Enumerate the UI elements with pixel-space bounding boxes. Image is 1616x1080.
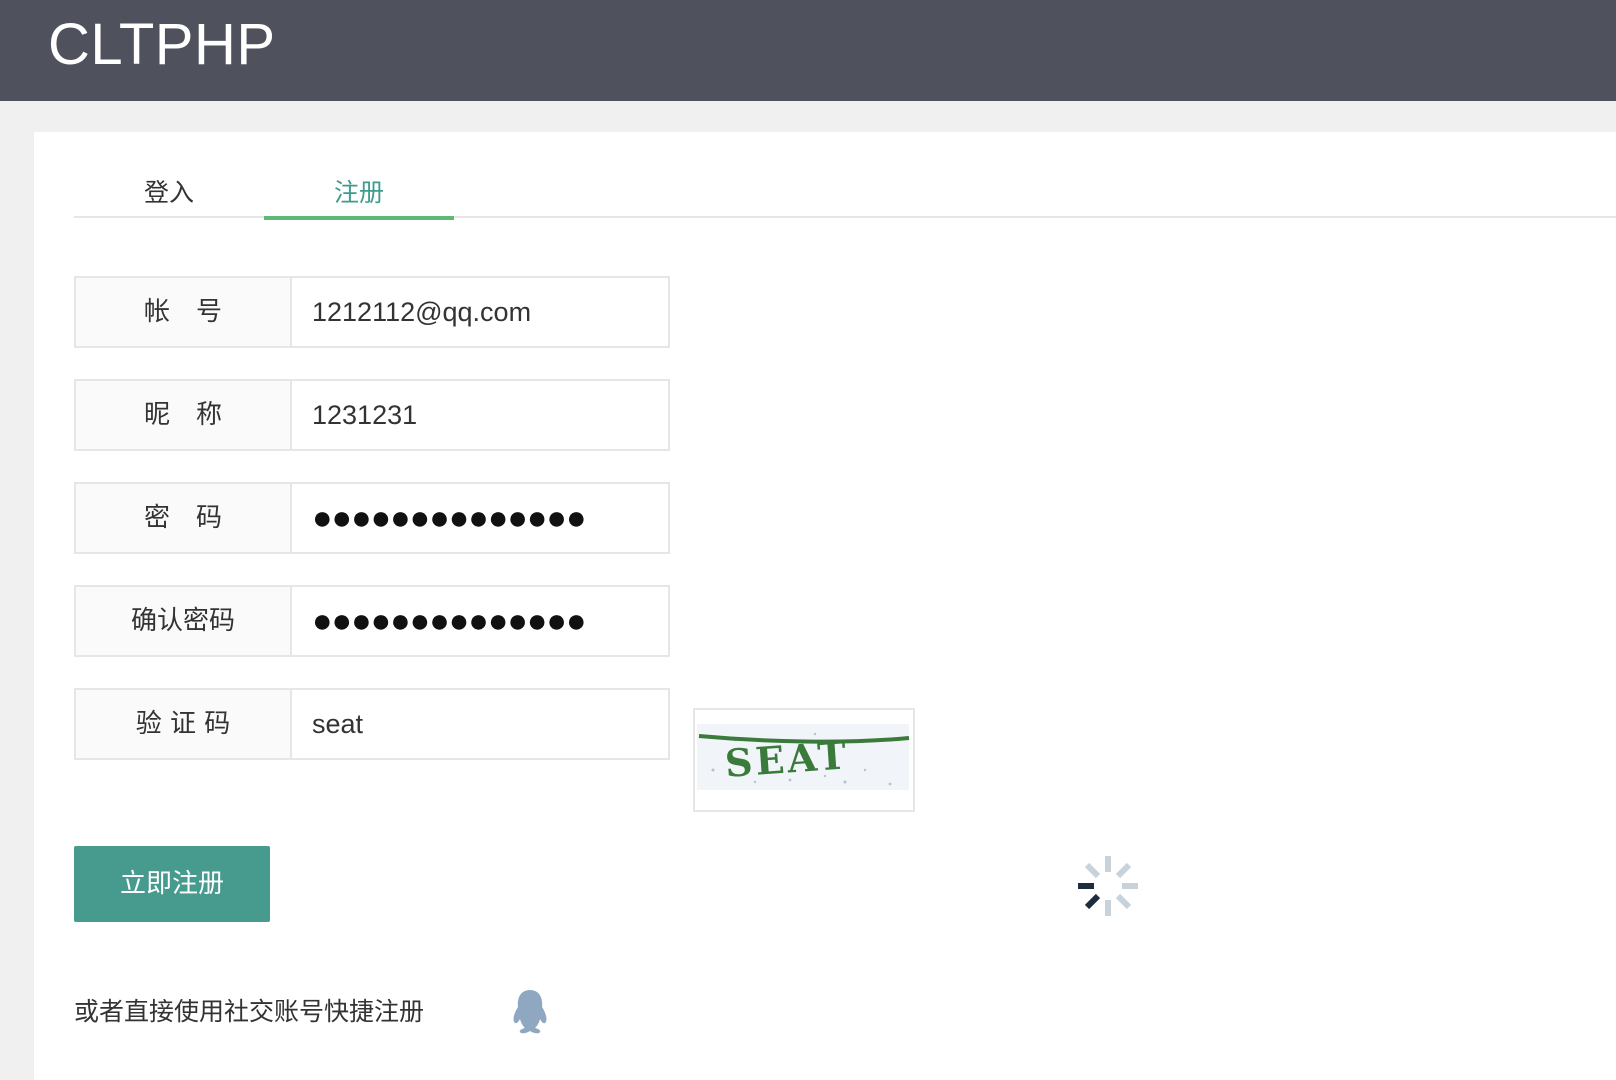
password-row: 密 码 ●●●●●●●●●●●●●●	[74, 482, 670, 554]
register-button[interactable]: 立即注册	[74, 846, 270, 922]
captcha-input[interactable]: seat	[292, 688, 670, 760]
captcha-svg: SEAT	[697, 724, 910, 790]
tab-bar: 登入 注册	[74, 172, 1616, 220]
social-login-text: 或者直接使用社交账号快捷注册	[74, 997, 425, 1026]
captcha-text: SEAT	[723, 732, 850, 786]
captcha-image[interactable]: SEAT	[693, 708, 915, 812]
register-panel: 登入 注册 帐 号 1212112@qq.com 昵 称 1231231 密 码…	[34, 132, 1616, 1080]
confirm-password-row: 确认密码 ●●●●●●●●●●●●●●	[74, 585, 670, 657]
captcha-row: 验 证 码 seat	[74, 688, 670, 760]
loading-spinner-icon	[1074, 852, 1142, 920]
qq-icon[interactable]	[510, 987, 550, 1035]
account-row: 帐 号 1212112@qq.com	[74, 276, 670, 348]
account-input[interactable]: 1212112@qq.com	[292, 276, 670, 348]
tab-register[interactable]: 注册	[264, 172, 454, 220]
password-label: 密 码	[74, 482, 292, 554]
brand-logo-text[interactable]: CLTPHP	[48, 12, 276, 78]
captcha-label: 验 证 码	[74, 688, 292, 760]
nickname-input[interactable]: 1231231	[292, 379, 670, 451]
account-label: 帐 号	[74, 276, 292, 348]
top-header: CLTPHP	[0, 0, 1616, 101]
confirm-password-label: 确认密码	[74, 585, 292, 657]
tab-login[interactable]: 登入	[74, 172, 264, 216]
nickname-label: 昵 称	[74, 379, 292, 451]
nickname-row: 昵 称 1231231	[74, 379, 670, 451]
password-input[interactable]: ●●●●●●●●●●●●●●	[292, 482, 670, 554]
confirm-password-input[interactable]: ●●●●●●●●●●●●●●	[292, 585, 670, 657]
